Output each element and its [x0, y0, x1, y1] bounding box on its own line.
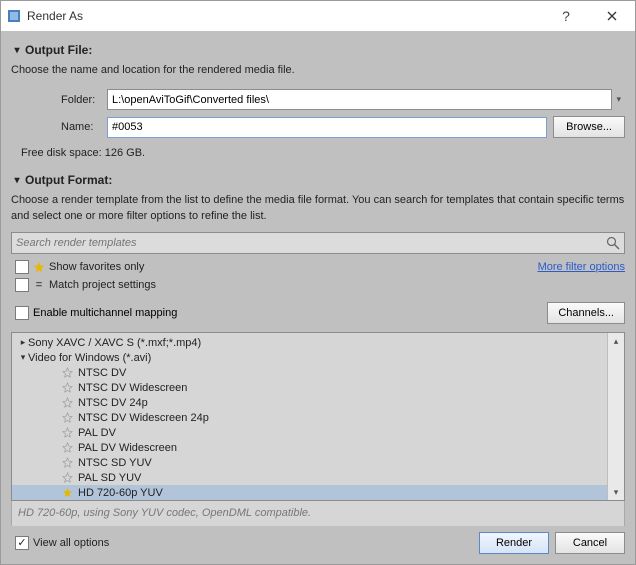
output-format-heading-text: Output Format: — [25, 173, 112, 187]
folder-label: Folder: — [61, 94, 107, 106]
tree-item-label: HD 720-60p YUV — [78, 487, 163, 499]
multichannel-checkbox[interactable] — [15, 306, 29, 320]
favorites-checkbox[interactable] — [15, 260, 29, 274]
output-file-heading-text: Output File: — [25, 43, 92, 57]
match-filter-row: = Match project settings — [11, 278, 625, 292]
tree-item-label: NTSC DV Widescreen — [78, 382, 187, 394]
tree-item[interactable]: NTSC SD YUV — [12, 455, 607, 470]
titlebar: Render As ? — [1, 1, 635, 31]
output-format-desc: Choose a render template from the list t… — [11, 193, 625, 224]
name-label: Name: — [61, 121, 107, 133]
scroll-thumb[interactable] — [610, 349, 622, 484]
star-outline-icon[interactable] — [62, 382, 74, 394]
tree-item-label: NTSC SD YUV — [78, 457, 152, 469]
help-button[interactable]: ? — [543, 1, 589, 31]
star-outline-icon[interactable] — [62, 457, 74, 469]
tree-item[interactable]: NTSC DV Widescreen — [12, 380, 607, 395]
tree-item-label: NTSC DV 24p — [78, 397, 148, 409]
output-file-heading[interactable]: ▾ Output File: — [11, 43, 625, 57]
close-button[interactable] — [589, 1, 635, 31]
tree-item-label: PAL DV — [78, 427, 116, 439]
render-button[interactable]: Render — [479, 532, 549, 554]
search-icon[interactable] — [605, 235, 621, 251]
expand-icon[interactable]: ▸ — [18, 337, 28, 348]
tree-item-label: PAL SD YUV — [78, 472, 141, 484]
tree-item[interactable]: NTSC DV Widescreen 24p — [12, 410, 607, 425]
view-all-label: View all options — [33, 537, 109, 549]
app-icon — [7, 9, 21, 23]
scroll-down-icon[interactable]: ▾ — [608, 484, 624, 500]
tree-item[interactable]: PAL DV Widescreen — [12, 440, 607, 455]
tree-body[interactable]: ▸ Sony XAVC / XAVC S (*.mxf;*.mp4) ▾ Vid… — [12, 333, 607, 500]
template-tree: ▸ Sony XAVC / XAVC S (*.mxf;*.mp4) ▾ Vid… — [11, 332, 625, 501]
tree-group[interactable]: ▾ Video for Windows (*.avi) — [12, 350, 607, 365]
favorites-filter-row: Show favorites only More filter options — [11, 260, 625, 274]
match-checkbox[interactable] — [15, 278, 29, 292]
name-row: Name: Browse... — [61, 116, 625, 138]
tree-item[interactable]: NTSC DV — [12, 365, 607, 380]
scroll-up-icon[interactable]: ▴ — [608, 333, 624, 349]
star-icon — [33, 261, 45, 273]
tree-item-label: NTSC DV Widescreen 24p — [78, 412, 209, 424]
star-outline-icon[interactable] — [62, 442, 74, 454]
equals-icon: = — [33, 279, 45, 291]
folder-input[interactable] — [107, 89, 612, 110]
output-format-heading[interactable]: ▾ Output Format: — [11, 173, 625, 187]
tree-group[interactable]: ▸ Sony XAVC / XAVC S (*.mxf;*.mp4) — [12, 335, 607, 350]
search-wrap — [11, 232, 625, 254]
tree-group-label: Sony XAVC / XAVC S (*.mxf;*.mp4) — [28, 337, 201, 349]
dialog-footer: View all options Render Cancel — [1, 526, 635, 564]
render-as-dialog: Render As ? ▾ Output File: Choose the na… — [0, 0, 636, 565]
tree-item[interactable]: PAL DV — [12, 425, 607, 440]
chevron-down-icon: ▾ — [11, 175, 23, 186]
tree-scrollbar[interactable]: ▴ ▾ — [607, 333, 624, 500]
cancel-button[interactable]: Cancel — [555, 532, 625, 554]
view-all-row: View all options — [11, 536, 109, 550]
tree-item-label: NTSC DV — [78, 367, 126, 379]
star-outline-icon[interactable] — [62, 472, 74, 484]
channels-button[interactable]: Channels... — [547, 302, 625, 324]
tree-item[interactable]: PAL SD YUV — [12, 470, 607, 485]
more-filter-link[interactable]: More filter options — [538, 261, 625, 273]
star-icon[interactable] — [62, 487, 74, 499]
window-title: Render As — [27, 9, 543, 23]
browse-button[interactable]: Browse... — [553, 116, 625, 138]
name-input[interactable] — [107, 117, 547, 138]
tree-item-selected[interactable]: HD 720-60p YUV — [12, 485, 607, 500]
star-outline-icon[interactable] — [62, 367, 74, 379]
folder-row: Folder: ▾ — [61, 89, 625, 110]
star-outline-icon[interactable] — [62, 397, 74, 409]
free-disk-text: Free disk space: 126 GB. — [21, 147, 625, 159]
view-all-checkbox[interactable] — [15, 536, 29, 550]
folder-dropdown-icon[interactable]: ▾ — [612, 94, 625, 105]
star-outline-icon[interactable] — [62, 412, 74, 424]
multichannel-label: Enable multichannel mapping — [33, 307, 177, 319]
favorites-label: Show favorites only — [49, 261, 144, 273]
chevron-down-icon: ▾ — [11, 45, 23, 56]
tree-item-label: PAL DV Widescreen — [78, 442, 177, 454]
multichannel-row: Enable multichannel mapping Channels... — [11, 302, 625, 324]
tree-group-label: Video for Windows (*.avi) — [28, 352, 151, 364]
template-description: HD 720-60p, using Sony YUV codec, OpenDM… — [11, 501, 625, 526]
tree-item[interactable]: NTSC DV 24p — [12, 395, 607, 410]
search-input[interactable] — [11, 232, 625, 254]
collapse-icon[interactable]: ▾ — [18, 352, 28, 363]
dialog-body: ▾ Output File: Choose the name and locat… — [1, 31, 635, 526]
star-outline-icon[interactable] — [62, 427, 74, 439]
output-file-desc: Choose the name and location for the ren… — [11, 63, 625, 78]
match-label: Match project settings — [49, 279, 156, 291]
